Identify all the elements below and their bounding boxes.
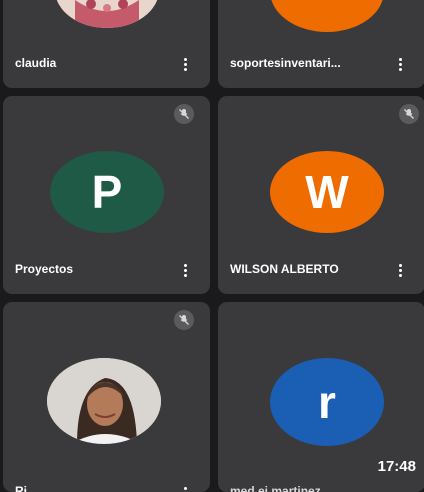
avatar-initial: W	[270, 151, 384, 233]
more-vert-icon[interactable]	[184, 58, 188, 71]
participant-name: med ei martinez...	[230, 484, 331, 492]
more-vert-icon[interactable]	[184, 487, 188, 492]
participant-name: Proyectos	[15, 262, 74, 276]
avatar-initial: P	[50, 151, 164, 233]
avatar-letter: r	[318, 376, 336, 428]
avatar-photo	[47, 358, 161, 444]
participant-tile-wilson-alberto[interactable]: W WILSON ALBERTO	[218, 96, 424, 294]
participant-name: Ri...	[15, 484, 38, 492]
participant-tile-photo[interactable]: Ri...	[3, 302, 210, 492]
more-vert-icon[interactable]	[399, 264, 403, 277]
participant-tile-proyectos[interactable]: P Proyectos	[3, 96, 210, 294]
participant-name: WILSON ALBERTO	[230, 262, 339, 276]
avatar-letter: P	[91, 166, 123, 218]
more-vert-icon[interactable]	[184, 264, 188, 277]
participant-name: soportesinventari...	[230, 56, 341, 70]
avatar-photo	[55, 0, 159, 28]
avatar-initial	[270, 0, 384, 32]
participant-name: claudia	[15, 56, 57, 70]
avatar-initial: r	[270, 358, 384, 446]
mic-off-icon	[399, 104, 419, 124]
status-bar-time: 17:48	[377, 458, 416, 475]
participant-tile-claudia[interactable]: claudia	[3, 0, 210, 88]
avatar-letter: W	[305, 166, 349, 218]
mic-off-icon	[174, 104, 194, 124]
mic-off-icon	[174, 310, 194, 330]
participant-tile-soportesinventari[interactable]: soportesinventari...	[218, 0, 424, 88]
more-vert-icon[interactable]	[399, 58, 403, 71]
